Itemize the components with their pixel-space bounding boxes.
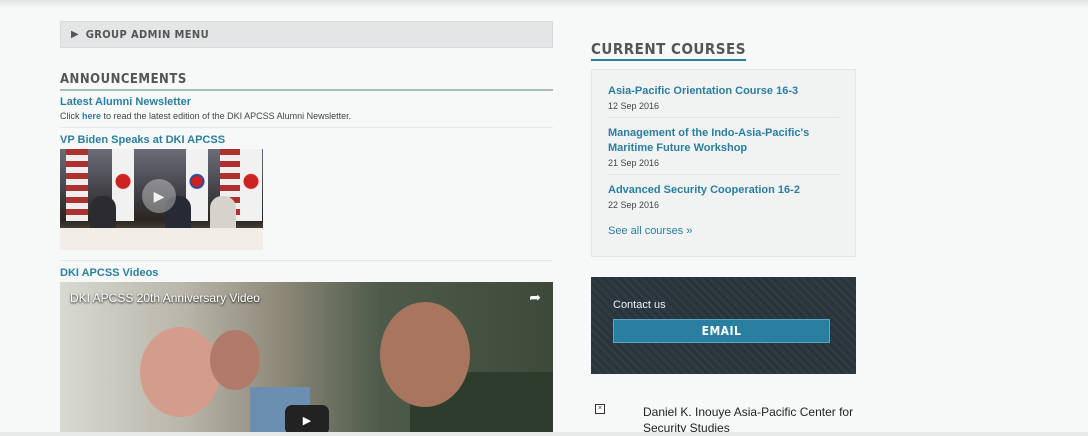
- course-date: 22 Sep 2016: [608, 200, 660, 210]
- course-item: Asia-Pacific Orientation Course 16-3 12 …: [608, 76, 839, 118]
- videos-link[interactable]: DKI APCSS Videos: [60, 267, 553, 279]
- video-title[interactable]: DKI APCSS 20th Anniversary Video: [70, 291, 260, 305]
- bottom-edge: [0, 432, 1088, 436]
- course-date: 21 Sep 2016: [608, 158, 660, 168]
- play-icon[interactable]: ▶: [142, 179, 176, 213]
- course-date: 12 Sep 2016: [608, 101, 660, 111]
- top-fade: [0, 0, 1088, 8]
- course-link[interactable]: Advanced Security Cooperation 16-2: [608, 183, 839, 198]
- video-frame-figure: [380, 302, 470, 407]
- right-column: CURRENT COURSES Asia-Pacific Orientation…: [591, 40, 856, 374]
- share-icon[interactable]: ➦: [529, 289, 541, 306]
- speaker-figure: [210, 196, 236, 232]
- announcements-heading: ANNOUNCEMENTS: [60, 72, 553, 91]
- courses-panel: Asia-Pacific Orientation Course 16-3 12 …: [591, 69, 856, 257]
- group-admin-menu[interactable]: ▶ GROUP ADMIN MENU: [60, 21, 553, 48]
- course-item: Management of the Indo-Asia-Pacific's Ma…: [608, 118, 839, 175]
- announcement-biden: VP Biden Speaks at DKI APCSS ▶: [60, 128, 553, 261]
- left-column: ▶ GROUP ADMIN MENU ANNOUNCEMENTS Latest …: [60, 21, 553, 436]
- current-courses-heading: CURRENT COURSES: [591, 40, 746, 61]
- contact-label: Contact us: [613, 299, 666, 311]
- see-all-courses-link[interactable]: See all courses »: [608, 225, 839, 237]
- announcement-videos: DKI APCSS Videos DKI APCSS 20th Annivers…: [60, 267, 553, 436]
- contact-panel: Contact us EMAIL: [591, 277, 856, 374]
- announcement-newsletter: Latest Alumni Newsletter Click here to r…: [60, 91, 553, 128]
- speaker-figure: [90, 196, 116, 232]
- anniversary-video-player[interactable]: DKI APCSS 20th Anniversary Video ➦ ▶: [60, 282, 553, 436]
- biden-link[interactable]: VP Biden Speaks at DKI APCSS: [60, 134, 553, 146]
- newsletter-desc-prefix: Click: [60, 111, 82, 121]
- biden-video-thumbnail[interactable]: ▶: [60, 149, 263, 250]
- course-link[interactable]: Management of the Indo-Asia-Pacific's Ma…: [608, 126, 839, 156]
- newsletter-here-link[interactable]: here: [82, 111, 101, 121]
- newsletter-link[interactable]: Latest Alumni Newsletter: [60, 96, 553, 108]
- broken-image-icon: ×: [595, 404, 605, 414]
- course-link[interactable]: Asia-Pacific Orientation Course 16-3: [608, 84, 839, 99]
- newsletter-desc-suffix: to read the latest edition of the DKI AP…: [101, 111, 352, 121]
- course-item: Advanced Security Cooperation 16-2 22 Se…: [608, 175, 839, 216]
- email-button[interactable]: EMAIL: [613, 319, 830, 343]
- flag-japan: [240, 149, 262, 221]
- newsletter-description: Click here to read the latest edition of…: [60, 111, 553, 121]
- group-admin-menu-label: GROUP ADMIN MENU: [85, 28, 210, 41]
- chevron-right-icon: ▶: [71, 29, 79, 40]
- video-frame-figure: [140, 327, 220, 417]
- flag-us: [66, 149, 88, 221]
- table-cloth: [60, 228, 263, 250]
- video-frame-figure: [210, 330, 260, 390]
- youtube-play-icon[interactable]: ▶: [285, 405, 329, 435]
